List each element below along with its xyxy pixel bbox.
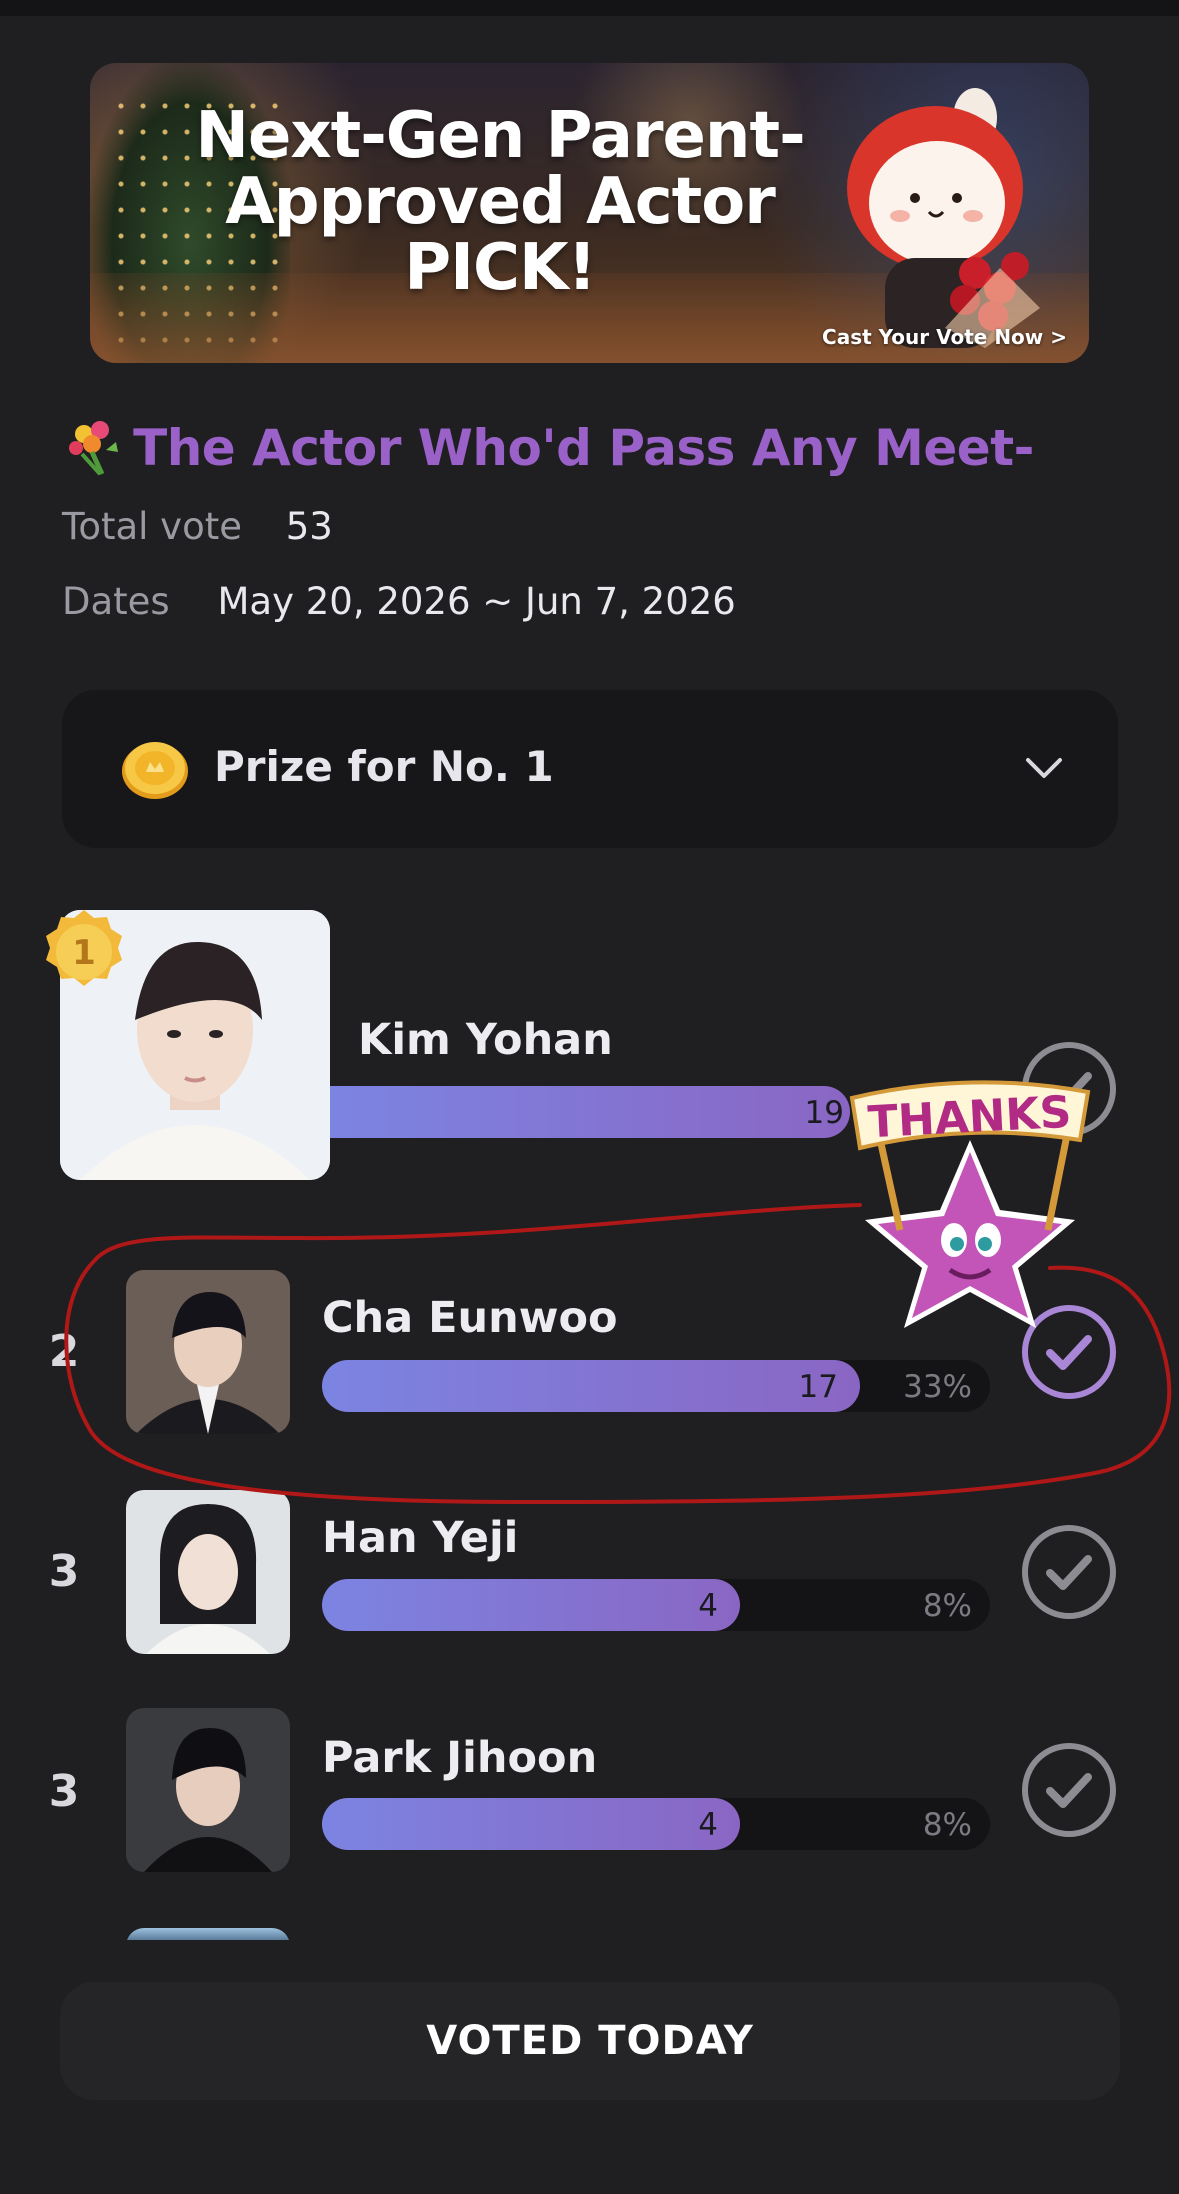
- vote-title: The Actor Who'd Pass Any Meet-: [133, 419, 1034, 477]
- dates-label: Dates: [62, 580, 170, 623]
- vote-bar-track: 4 8%: [322, 1579, 990, 1631]
- candidate-name: Park Jihoon: [322, 1733, 598, 1783]
- total-vote-row: Total vote 53: [62, 505, 333, 548]
- total-vote-value: 53: [285, 505, 333, 548]
- chevron-down-icon[interactable]: [1022, 746, 1066, 790]
- sticker-text: THANKS: [867, 1087, 1073, 1149]
- prize-label: Prize for No. 1: [214, 742, 554, 791]
- promo-banner[interactable]: Next-Gen Parent-Approved Actor PICK! Cas…: [90, 63, 1089, 363]
- candidate-rank: 2: [48, 1326, 80, 1377]
- candidate-rank: 3: [48, 1546, 80, 1597]
- vote-check-button[interactable]: [1020, 1523, 1118, 1621]
- vote-percent: 8%: [922, 1588, 972, 1624]
- candidate-photo-cha-eunwoo[interactable]: [126, 1270, 290, 1434]
- vote-count: 17: [798, 1369, 838, 1405]
- bunny-mascot-icon: [847, 88, 1040, 348]
- thanks-star-sticker: THANKS: [849, 1080, 1091, 1328]
- vote-bar-track: 4 8%: [322, 1798, 990, 1850]
- medal-icon: 1: [46, 910, 122, 986]
- vote-title-row: The Actor Who'd Pass Any Meet-: [62, 418, 1122, 482]
- vote-count: 19: [804, 1095, 844, 1131]
- portrait-icon: [126, 1708, 290, 1872]
- candidate-photo-park-jihoon[interactable]: [126, 1708, 290, 1872]
- portrait-icon: [126, 1270, 290, 1434]
- vote-percent: 8%: [922, 1807, 972, 1843]
- portrait-icon: [126, 1490, 290, 1654]
- bouquet-icon: [69, 421, 118, 476]
- voted-today-button[interactable]: VOTED TODAY: [60, 1982, 1120, 2100]
- status-strip: [0, 0, 1179, 16]
- prize-dropdown[interactable]: Prize for No. 1: [62, 690, 1118, 848]
- total-vote-label: Total vote: [62, 505, 242, 548]
- vote-percent: 33%: [903, 1369, 972, 1405]
- banner-title: Next-Gen Parent-Approved Actor PICK!: [195, 99, 805, 305]
- check-icon: [1046, 1773, 1092, 1808]
- check-icon: [1046, 1335, 1092, 1370]
- candidate-photo-han-yeji[interactable]: [126, 1490, 290, 1654]
- cast-vote-link[interactable]: Cast Your Vote Now >: [822, 325, 1067, 349]
- candidate-name: Cha Eunwoo: [322, 1293, 618, 1343]
- vote-count: 4: [698, 1807, 718, 1843]
- candidate-rank: 3: [48, 1766, 80, 1817]
- vote-bar-fill: [322, 1360, 860, 1412]
- coin-icon: [122, 742, 188, 799]
- check-icon: [1046, 1555, 1092, 1590]
- vote-bar-track: 17 33%: [322, 1360, 990, 1412]
- dates-value: May 20, 2026 ~ Jun 7, 2026: [217, 580, 736, 623]
- candidate-name: Han Yeji: [322, 1513, 519, 1563]
- medal-rank: 1: [72, 933, 96, 973]
- vote-count: 4: [698, 1588, 718, 1624]
- dates-row: Dates May 20, 2026 ~ Jun 7, 2026: [62, 580, 736, 623]
- candidate-name: Kim Yohan: [358, 1015, 613, 1065]
- vote-bar-fill: [330, 1086, 850, 1138]
- vote-check-button[interactable]: [1020, 1741, 1118, 1839]
